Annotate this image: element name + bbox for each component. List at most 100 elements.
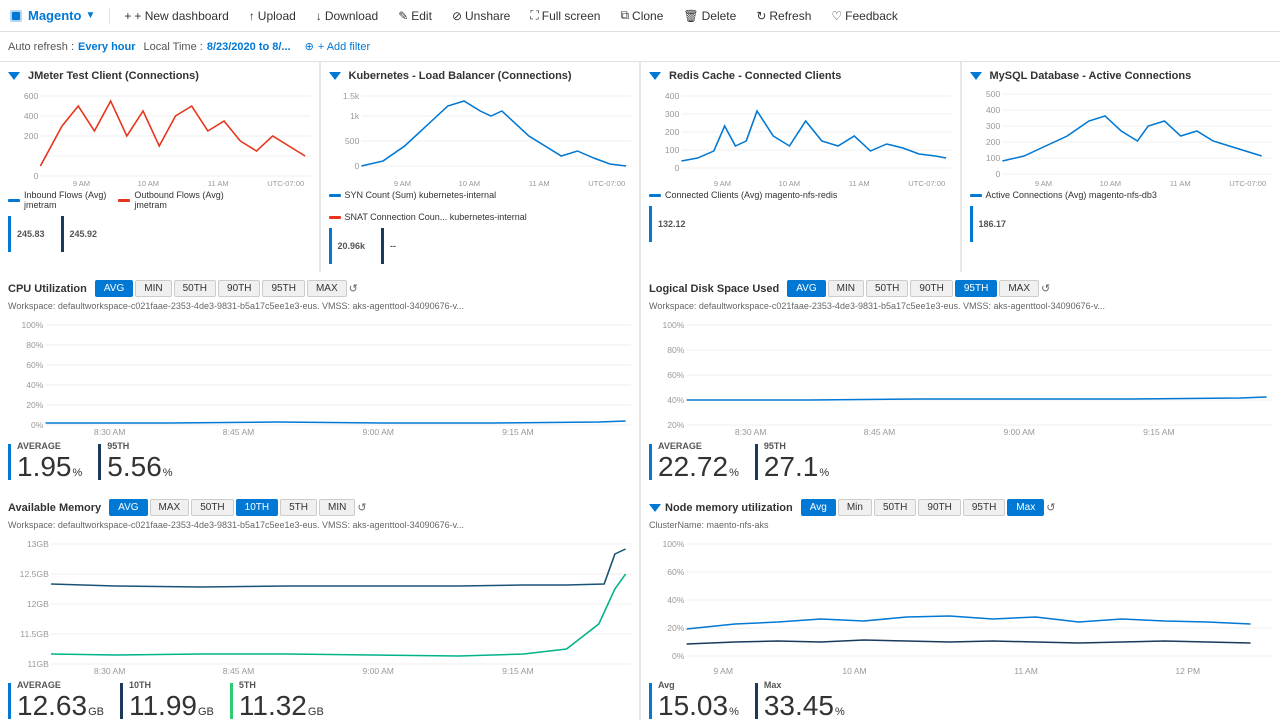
new-dashboard-button[interactable]: + + New dashboard [116, 6, 236, 26]
tab-min-mem[interactable]: MIN [319, 499, 355, 516]
tab-50th-mem[interactable]: 50TH [191, 499, 233, 516]
add-filter-button[interactable]: ⊕ + Add filter [299, 38, 377, 55]
tab-max-node[interactable]: Max [1007, 499, 1044, 516]
feedback-button[interactable]: ♡ Feedback [823, 6, 905, 26]
svg-text:100: 100 [665, 145, 680, 155]
redis-chart: 400 300 200 100 0 9 AM 10 AM 11 AM UTC-0… [649, 86, 952, 186]
tab-50th-node[interactable]: 50TH [874, 499, 916, 516]
legend-snat-color [329, 216, 341, 219]
jmeter-title: JMeter Test Client (Connections) [8, 70, 311, 82]
svg-text:100%: 100% [21, 320, 44, 330]
tab-50th-disk[interactable]: 50TH [866, 280, 908, 297]
legend-syn-color [329, 194, 341, 197]
filterbar: Auto refresh : Every hour Local Time : 8… [0, 32, 1280, 62]
stat-active-conn: 186.17 [970, 206, 1023, 242]
delete-icon: 🗑 [683, 9, 698, 23]
node-avg-value: 15.03 [658, 690, 728, 720]
svg-text:300: 300 [665, 109, 680, 119]
panel-collapse-icon-mysql[interactable] [970, 72, 982, 80]
clone-button[interactable]: ⧉ Clone [612, 5, 671, 26]
node-memory-collapse-icon[interactable] [649, 504, 661, 512]
tab-10th-mem[interactable]: 10TH [236, 499, 278, 516]
tab-max-mem[interactable]: MAX [150, 499, 190, 516]
svg-text:20%: 20% [667, 623, 685, 633]
svg-text:200: 200 [24, 131, 39, 141]
legend-syn: SYN Count (Sum) kubernetes-internal [329, 190, 497, 200]
svg-text:600: 600 [24, 91, 39, 101]
cpu-p95-stat: 95TH 5.56 % [98, 441, 188, 483]
panel-collapse-icon-redis[interactable] [649, 72, 661, 80]
svg-text:1k: 1k [350, 111, 360, 121]
tab-95th-disk[interactable]: 95TH [955, 280, 997, 297]
svg-text:9 AM: 9 AM [713, 666, 733, 674]
cpu-refresh-icon[interactable]: ↺ [349, 282, 358, 295]
node-avg-stat: Avg 15.03 % [649, 680, 755, 720]
refresh-button[interactable]: ↻ Refresh [748, 6, 819, 26]
svg-text:0%: 0% [31, 420, 44, 430]
panel-collapse-icon[interactable] [8, 72, 20, 80]
k8s-stats: 20.96k -- [329, 228, 632, 264]
unshare-button[interactable]: ⊘ Unshare [444, 6, 518, 26]
disk-refresh-icon[interactable]: ↺ [1041, 282, 1050, 295]
svg-text:100: 100 [985, 153, 1000, 163]
svg-text:80%: 80% [667, 345, 685, 355]
jmeter-stats: 245.83 245.92 [8, 216, 311, 252]
bottom-charts-row: Available Memory AVG MAX 50TH 10TH 5TH M… [0, 491, 1280, 720]
tab-50th-cpu[interactable]: 50TH [174, 280, 216, 297]
disk-stats: AVERAGE 22.72 % 95TH 27.1 % [649, 441, 1272, 483]
svg-text:8:45 AM: 8:45 AM [223, 427, 255, 435]
tab-max-cpu[interactable]: MAX [307, 280, 347, 297]
svg-text:9 AM: 9 AM [714, 179, 731, 186]
cpu-avg-value: 1.95 [17, 451, 72, 483]
tab-min-node[interactable]: Min [838, 499, 872, 516]
svg-text:8:45 AM: 8:45 AM [223, 666, 255, 674]
tab-avg-cpu[interactable]: AVG [95, 280, 133, 297]
tab-avg-node[interactable]: Avg [801, 499, 836, 516]
middle-charts-row: CPU Utilization AVG MIN 50TH 90TH 95TH M… [0, 272, 1280, 491]
tab-min-cpu[interactable]: MIN [135, 280, 171, 297]
logo-dropdown-icon[interactable]: ▼ [85, 10, 95, 21]
disk-chart: 100% 80% 60% 40% 20% 8:30 AM 8:45 AM 9:0… [649, 315, 1272, 435]
redis-panel: Redis Cache - Connected Clients 400 300 … [641, 62, 960, 272]
mysql-legend: Active Connections (Avg) magento-nfs-db3 [970, 190, 1273, 200]
svg-text:40%: 40% [667, 395, 685, 405]
tab-90th-node[interactable]: 90TH [918, 499, 960, 516]
svg-text:8:30 AM: 8:30 AM [94, 427, 126, 435]
app-logo[interactable]: Magento ▼ [8, 8, 95, 24]
svg-text:20%: 20% [26, 400, 44, 410]
tab-90th-cpu[interactable]: 90TH [218, 280, 260, 297]
stat-snat: -- [381, 228, 412, 264]
tab-avg-mem[interactable]: AVG [109, 499, 147, 516]
svg-text:UTC-07:00: UTC-07:00 [267, 179, 304, 186]
tab-max-disk[interactable]: MAX [999, 280, 1039, 297]
fullscreen-button[interactable]: ⛶ Full screen [522, 5, 608, 26]
separator [109, 8, 110, 24]
panel-collapse-icon-k8s[interactable] [329, 72, 341, 80]
tab-95th-cpu[interactable]: 95TH [262, 280, 304, 297]
edit-button[interactable]: ✎ Edit [390, 6, 440, 26]
redis-stats: 132.12 [649, 206, 952, 242]
upload-button[interactable]: ↑ Upload [241, 6, 304, 26]
svg-text:9 AM: 9 AM [393, 179, 410, 186]
tab-avg-disk[interactable]: AVG [787, 280, 825, 297]
tab-min-disk[interactable]: MIN [828, 280, 864, 297]
cpu-title: CPU Utilization [8, 283, 87, 295]
delete-button[interactable]: 🗑 Delete [675, 6, 744, 26]
node-refresh-icon[interactable]: ↺ [1046, 501, 1055, 514]
legend-outbound-color [118, 199, 130, 202]
tab-95th-node[interactable]: 95TH [963, 499, 1005, 516]
refresh-icon: ↻ [756, 9, 766, 23]
memory-refresh-icon[interactable]: ↺ [357, 501, 366, 514]
node-memory-panel: Node memory utilization Avg Min 50TH 90T… [641, 491, 1280, 720]
node-memory-chart: 100% 60% 40% 20% 0% 9 AM 10 AM 11 AM 12 … [649, 534, 1272, 674]
legend-outbound: Outbound Flows (Avg)jmetram [118, 190, 223, 210]
memory-p10-stat: 10TH 11.99 GB [120, 680, 230, 720]
edit-icon: ✎ [398, 9, 408, 23]
top-charts-row: JMeter Test Client (Connections) 600 400… [0, 62, 1280, 272]
download-button[interactable]: ↓ Download [308, 6, 386, 26]
auto-refresh-filter: Auto refresh : Every hour [8, 41, 136, 53]
node-memory-title: Node memory utilization [665, 502, 793, 514]
tab-90th-disk[interactable]: 90TH [910, 280, 952, 297]
redis-legend: Connected Clients (Avg) magento-nfs-redi… [649, 190, 952, 200]
tab-5th-mem[interactable]: 5TH [280, 499, 317, 516]
